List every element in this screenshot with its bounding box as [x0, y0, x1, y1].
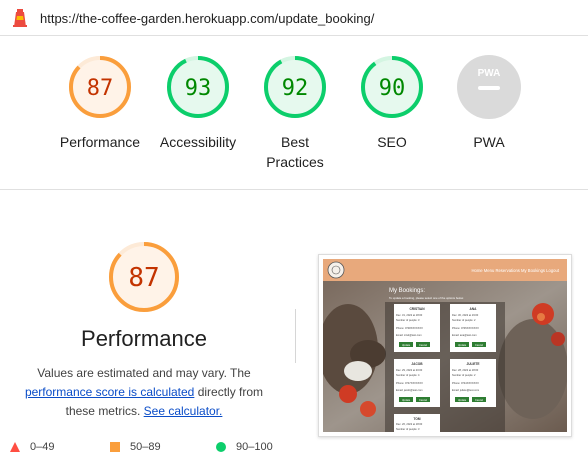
thumbnail-card: TOM Dec. 26, 2022 at 18:00 Number of peo… [394, 414, 440, 432]
gauge-accessibility-ring: 93 [167, 56, 229, 118]
thumbnail-card-cancel: Cancel [475, 343, 483, 347]
gauge-performance[interactable]: 87 Performance [50, 54, 150, 152]
performance-title: Performance [81, 326, 207, 351]
thumbnail-card-email: Email: ana@test.com [452, 333, 477, 337]
thumbnail-card-phone: Phone: 0747XXXXXXX [396, 381, 423, 385]
gauge-best-practices-ring: 92 [264, 56, 326, 118]
thumbnail-card-update: Update [458, 343, 467, 347]
performance-description: Values are estimated and may vary. The p… [22, 364, 266, 421]
gauge-seo-ring: 90 [361, 56, 423, 118]
thumbnail-card-date: Dec. 26, 2022 at 18:00 [396, 422, 423, 426]
performance-score-link[interactable]: performance score is calculated [25, 385, 194, 399]
gauge-performance-label: Performance [59, 134, 141, 150]
thumbnail-card-email: Email: cristi@test.com [396, 333, 422, 337]
thumbnail-card-cancel: Cancel [419, 398, 427, 402]
gauge-best-practices-label-line2: Practices [266, 154, 324, 170]
thumbnail-card-guests: Number of people: 3 [396, 318, 420, 322]
lighthouse-logo-icon [13, 9, 27, 27]
gauge-pwa-label: PWA [473, 134, 505, 150]
gauge-best-practices-label: Best Practices [245, 132, 345, 172]
performance-desc-line3: these metrics. [65, 404, 144, 418]
gauge-seo-score: 90 [379, 76, 406, 101]
thumbnail-card-update: Update [402, 343, 411, 347]
gauge-best-practices[interactable]: 92 Best Practices [245, 54, 345, 172]
gauge-best-practices-score: 92 [282, 76, 309, 101]
thumbnail-card-email: Email: juliete@test.com [452, 388, 479, 392]
gauge-pwa[interactable]: PWA PWA [439, 54, 539, 152]
thumbnail-card-guests: Number of people: 4 [396, 373, 420, 377]
thumbnail-card-name: ANA [470, 307, 478, 311]
pwa-badge-text: PWA [478, 68, 501, 79]
performance-desc-line2: directly from [194, 385, 264, 399]
thumbnail-card-date: Dec. 30, 2022 at 19:00 [452, 313, 479, 317]
performance-desc-line1: Values are estimated and may vary. The [37, 366, 251, 380]
thumbnail-subheading: To update a booking, please select one o… [389, 296, 464, 300]
orange-square-icon [110, 442, 120, 452]
pwa-badge-icon: PWA [457, 55, 521, 119]
final-screenshot-thumbnail[interactable]: Home Menu Reservations My Bookings Logou… [318, 254, 572, 437]
green-circle-icon [216, 442, 226, 452]
thumbnail-nav: Home Menu Reservations My Bookings Logou… [471, 268, 559, 273]
page-url[interactable]: https://the-coffee-garden.herokuapp.com/… [40, 11, 374, 26]
gauge-accessibility-score: 93 [185, 76, 212, 101]
gauge-best-practices-label-line1: Best [280, 134, 309, 150]
thumbnail-card-phone: Phone: 0744XXXXXXX [452, 381, 479, 385]
performance-big-score: 87 [128, 263, 159, 293]
gauge-seo[interactable]: 90 SEO [342, 54, 442, 152]
thumbnail-card: JACOB Dec. 29, 2022 at 20:00 Number of p… [394, 359, 440, 407]
thumbnail-card: JULIETE Dec. 28, 2022 at 18:00 Number of… [450, 359, 496, 407]
thumbnail-card-date: Dec. 31, 2022 at 18:00 [396, 313, 423, 317]
thumbnail-card-email: Email: jacob@test.com [396, 388, 423, 392]
url-bar: https://the-coffee-garden.herokuapp.com/… [0, 0, 588, 36]
thumbnail-card-phone: Phone: 0748XXXXXXX [396, 326, 423, 330]
thumbnail-card-update: Update [458, 398, 467, 402]
legend-average-range: 50–89 [130, 441, 161, 453]
see-calculator-link[interactable]: See calculator. [144, 404, 223, 418]
thumbnail-card: CRISTIAN Dec. 31, 2022 at 18:00 Number o… [394, 304, 440, 352]
thumbnail-card-guests: Number of people: 3 [396, 427, 420, 431]
thumbnail-card-date: Dec. 28, 2022 at 18:00 [452, 368, 479, 372]
thumbnail-card-name: JULIETE [466, 362, 479, 366]
performance-big-gauge: 87 [109, 242, 179, 312]
thumbnail-card-name: TOM [413, 417, 420, 421]
thumbnail-card-guests: Number of people: 2 [452, 318, 476, 322]
red-triangle-icon [10, 442, 20, 452]
legend-pass-range: 90–100 [236, 441, 273, 453]
legend-item-pass: 90–100 [216, 441, 273, 453]
category-gauges: 87 Performance 93 Accessibility 92 Best … [0, 36, 588, 190]
thumbnail-card-name: JACOB [411, 362, 423, 366]
vertical-divider [295, 309, 296, 363]
thumbnail-card-cancel: Cancel [475, 398, 483, 402]
thumbnail-image: Home Menu Reservations My Bookings Logou… [323, 259, 567, 432]
legend-fail-range: 0–49 [30, 441, 55, 453]
thumbnail-content: Home Menu Reservations My Bookings Logou… [323, 259, 567, 432]
thumbnail-card-name: CRISTIAN [409, 307, 425, 311]
thumbnail-card-guests: Number of people: 2 [452, 373, 476, 377]
gauge-performance-ring: 87 [69, 56, 131, 118]
gauge-performance-score: 87 [87, 76, 114, 101]
thumbnail-card-cancel: Cancel [419, 343, 427, 347]
legend-item-fail: 0–49 [10, 441, 54, 453]
performance-summary: 87 Performance Values are estimated and … [22, 240, 266, 421]
thumbnail-card: ANA Dec. 30, 2022 at 19:00 Number of peo… [450, 304, 496, 352]
thumbnail-card-phone: Phone: 0745XXXXXXX [452, 326, 479, 330]
gauge-accessibility[interactable]: 93 Accessibility [148, 54, 248, 152]
score-legend: 0–49 50–89 90–100 [0, 434, 588, 462]
thumbnail-heading: My Bookings: [389, 288, 425, 294]
gauge-accessibility-label: Accessibility [159, 134, 237, 150]
legend-item-average: 50–89 [110, 441, 161, 453]
gauge-seo-label: SEO [377, 134, 407, 150]
thumbnail-card-update: Update [402, 398, 411, 402]
thumbnail-card-date: Dec. 29, 2022 at 20:00 [396, 368, 423, 372]
